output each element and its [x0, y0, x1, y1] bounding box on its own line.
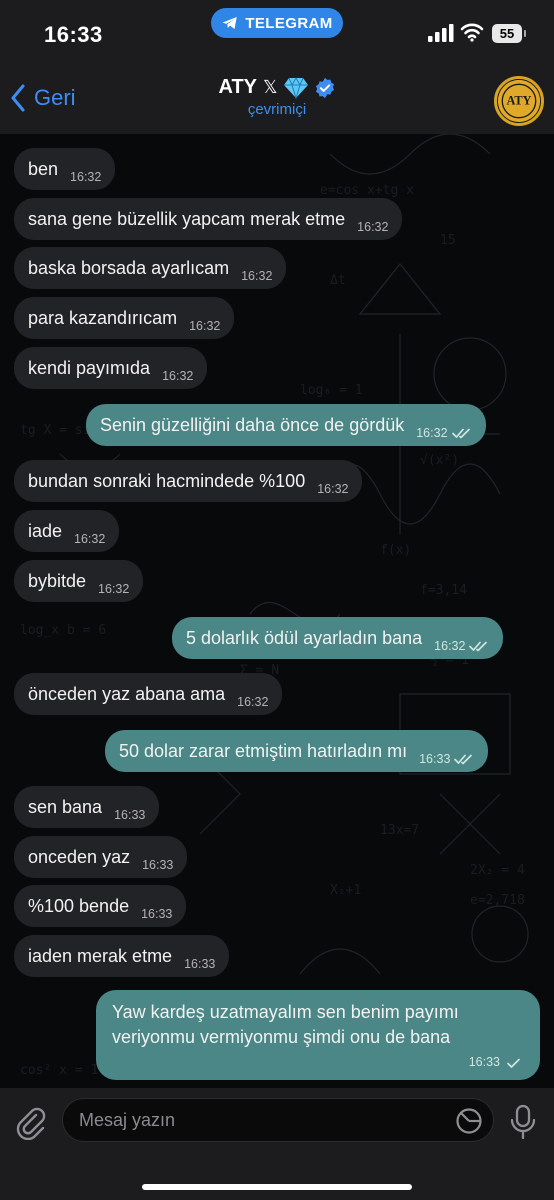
message-time: 16:32: [357, 220, 389, 234]
message-time: 16:33: [468, 1055, 500, 1069]
message-time: 16:32: [189, 319, 221, 333]
x-logo-icon: 𝕏: [263, 77, 278, 97]
status-time: 16:33: [44, 22, 103, 47]
message-time: 16:32: [317, 482, 349, 496]
message-text: Senin güzelliğini daha önce de gördük: [100, 414, 405, 435]
message-incoming[interactable]: sen bana 16:33: [14, 786, 160, 828]
chat-title: ATY: [218, 76, 257, 98]
diamond-icon: [283, 76, 308, 99]
svg-text:√(x²): √(x²): [420, 453, 459, 468]
svg-text:log₆ = 1: log₆ = 1: [300, 383, 363, 398]
message-time: 16:33: [142, 858, 174, 872]
message-time: 16:33: [419, 752, 451, 766]
svg-text:e=cos x+tg x: e=cos x+tg x: [320, 183, 414, 198]
message-incoming[interactable]: onceden yaz 16:33: [14, 836, 188, 878]
message-incoming[interactable]: para kazandırıcam 16:32: [14, 297, 235, 339]
paperclip-icon[interactable]: [14, 1106, 48, 1140]
message-time: 16:33: [141, 907, 173, 921]
message-incoming[interactable]: iaden merak etme 16:33: [14, 935, 230, 977]
message-text: 50 dolar zarar etmiştim hatırladın mı: [119, 740, 408, 761]
telegram-icon: [222, 17, 238, 29]
avatar[interactable]: ATY: [494, 76, 544, 126]
message-outgoing[interactable]: 5 dolarlık ödül ayarladın bana 16:32: [172, 617, 504, 659]
svg-text:X₁+1: X₁+1: [330, 883, 361, 898]
telegram-pill-label: TELEGRAM: [245, 14, 333, 32]
message-time: 16:32: [237, 695, 269, 709]
home-indicator[interactable]: [142, 1184, 412, 1190]
online-status: çevrimiçi: [247, 101, 307, 118]
message-outgoing[interactable]: Yaw kardeş uzatmayalım sen benim payımı …: [96, 990, 540, 1080]
message-incoming[interactable]: %100 bende 16:33: [14, 885, 187, 927]
svg-text:Δt: Δt: [330, 273, 346, 288]
message-text: onceden yaz: [28, 846, 131, 867]
avatar-logo: ATY: [497, 79, 541, 123]
message-text: kendi payımıda: [28, 357, 151, 378]
svg-text:log_x b = 6: log_x b = 6: [20, 623, 106, 638]
message-meta: 16:33: [457, 1050, 524, 1075]
message-incoming[interactable]: kendi payımıda 16:32: [14, 347, 208, 389]
message-text: 5 dolarlık ödül ayarladın bana: [186, 627, 423, 648]
telegram-pill[interactable]: TELEGRAM: [211, 8, 343, 38]
message-time: 16:33: [184, 957, 216, 971]
message-time: 16:32: [162, 369, 194, 383]
message-text: bybitde: [28, 570, 87, 591]
message-incoming[interactable]: baska borsada ayarlıcam 16:32: [14, 247, 287, 289]
message-incoming[interactable]: ben 16:32: [14, 148, 116, 190]
chat-header: Geri ATY 𝕏 çevrimiçi ATY: [0, 70, 554, 134]
status-bar: 16:33 TELEGRAM 55: [0, 0, 554, 70]
verified-badge-icon: [315, 77, 334, 98]
message-incoming[interactable]: bybitde 16:32: [14, 560, 144, 602]
svg-text:e=2,718: e=2,718: [470, 893, 525, 908]
message-text-line-1: Yaw kardeş uzatmayalım sen benim payımı: [112, 1002, 459, 1022]
message-text: sen bana: [28, 796, 103, 817]
message-time: 16:32: [70, 170, 102, 184]
message-text: bundan sonraki hacmindede %100: [28, 470, 306, 491]
message-incoming[interactable]: önceden yaz abana ama 16:32: [14, 673, 283, 715]
message-incoming[interactable]: sana gene büzellik yapcam merak etme 16:…: [14, 198, 403, 240]
message-list[interactable]: e=cos x+tg x 15 Δt log₆ = 1 √(x²) tg X =…: [0, 134, 554, 1088]
chat-title-area[interactable]: ATY 𝕏 çevrimiçi: [0, 76, 554, 118]
message-text: iaden merak etme: [28, 945, 173, 966]
svg-text:f(x): f(x): [380, 543, 411, 558]
message-time: 16:33: [114, 808, 146, 822]
svg-text:f=3,14: f=3,14: [420, 583, 467, 598]
svg-text:15: 15: [440, 233, 456, 248]
message-text-line-2: veriyonmu vermiyonmu şimdi onu de bana: [112, 1027, 451, 1047]
cellular-signal-icon: [428, 24, 454, 42]
message-text: sana gene büzellik yapcam merak etme: [28, 208, 346, 229]
message-time: 16:32: [434, 639, 466, 653]
svg-text:13x=7: 13x=7: [380, 823, 419, 838]
message-text: ben: [28, 158, 59, 179]
battery-indicator: 55: [492, 24, 526, 43]
double-check-icon: [469, 641, 488, 652]
double-check-icon: [454, 754, 473, 765]
avatar-text: ATY: [506, 94, 531, 108]
message-text: %100 bende: [28, 895, 130, 916]
single-check-icon: [507, 1058, 520, 1068]
message-text: iade: [28, 520, 63, 541]
svg-text:cos² x = 1: cos² x = 1: [20, 1063, 98, 1078]
message-input[interactable]: [79, 1099, 439, 1141]
message-time: 16:32: [98, 582, 130, 596]
message-text: önceden yaz abana ama: [28, 683, 226, 704]
microphone-icon[interactable]: [510, 1104, 536, 1140]
message-text: para kazandırıcam: [28, 307, 178, 328]
message-time: 16:32: [416, 426, 448, 440]
message-time: 16:32: [241, 269, 273, 283]
svg-text:2X₂ = 4: 2X₂ = 4: [470, 863, 525, 878]
message-outgoing[interactable]: 50 dolar zarar etmiştim hatırladın mı 16…: [105, 730, 489, 772]
message-incoming[interactable]: iade 16:32: [14, 510, 120, 552]
message-incoming[interactable]: bundan sonraki hacmindede %100 16:32: [14, 460, 363, 502]
message-outgoing[interactable]: Senin güzelliğini daha önce de gördük 16…: [86, 404, 486, 446]
message-field[interactable]: [62, 1098, 494, 1142]
message-text: baska borsada ayarlıcam: [28, 257, 230, 278]
sticker-icon[interactable]: [455, 1107, 483, 1135]
double-check-icon: [451, 428, 470, 439]
message-time: 16:32: [74, 532, 106, 546]
wifi-icon: [460, 23, 484, 42]
